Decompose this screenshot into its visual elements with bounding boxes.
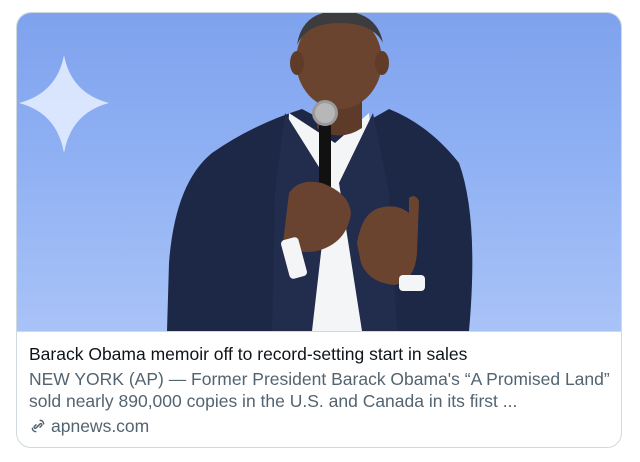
link-preview-card[interactable]: Barack Obama memoir off to record-settin… bbox=[16, 12, 622, 448]
card-divider bbox=[17, 331, 621, 332]
link-icon bbox=[31, 419, 45, 433]
speaker-photo bbox=[19, 13, 473, 331]
source-domain[interactable]: apnews.com bbox=[29, 415, 613, 437]
sparkle-decoration bbox=[19, 55, 109, 153]
article-description: NEW YORK (AP) — Former President Barack … bbox=[29, 369, 610, 411]
article-title[interactable]: Barack Obama memoir off to record-settin… bbox=[29, 343, 613, 365]
card-text[interactable]: Barack Obama memoir off to record-settin… bbox=[29, 343, 613, 437]
domain-text[interactable]: apnews.com bbox=[51, 415, 149, 437]
article-thumbnail[interactable] bbox=[17, 13, 621, 331]
